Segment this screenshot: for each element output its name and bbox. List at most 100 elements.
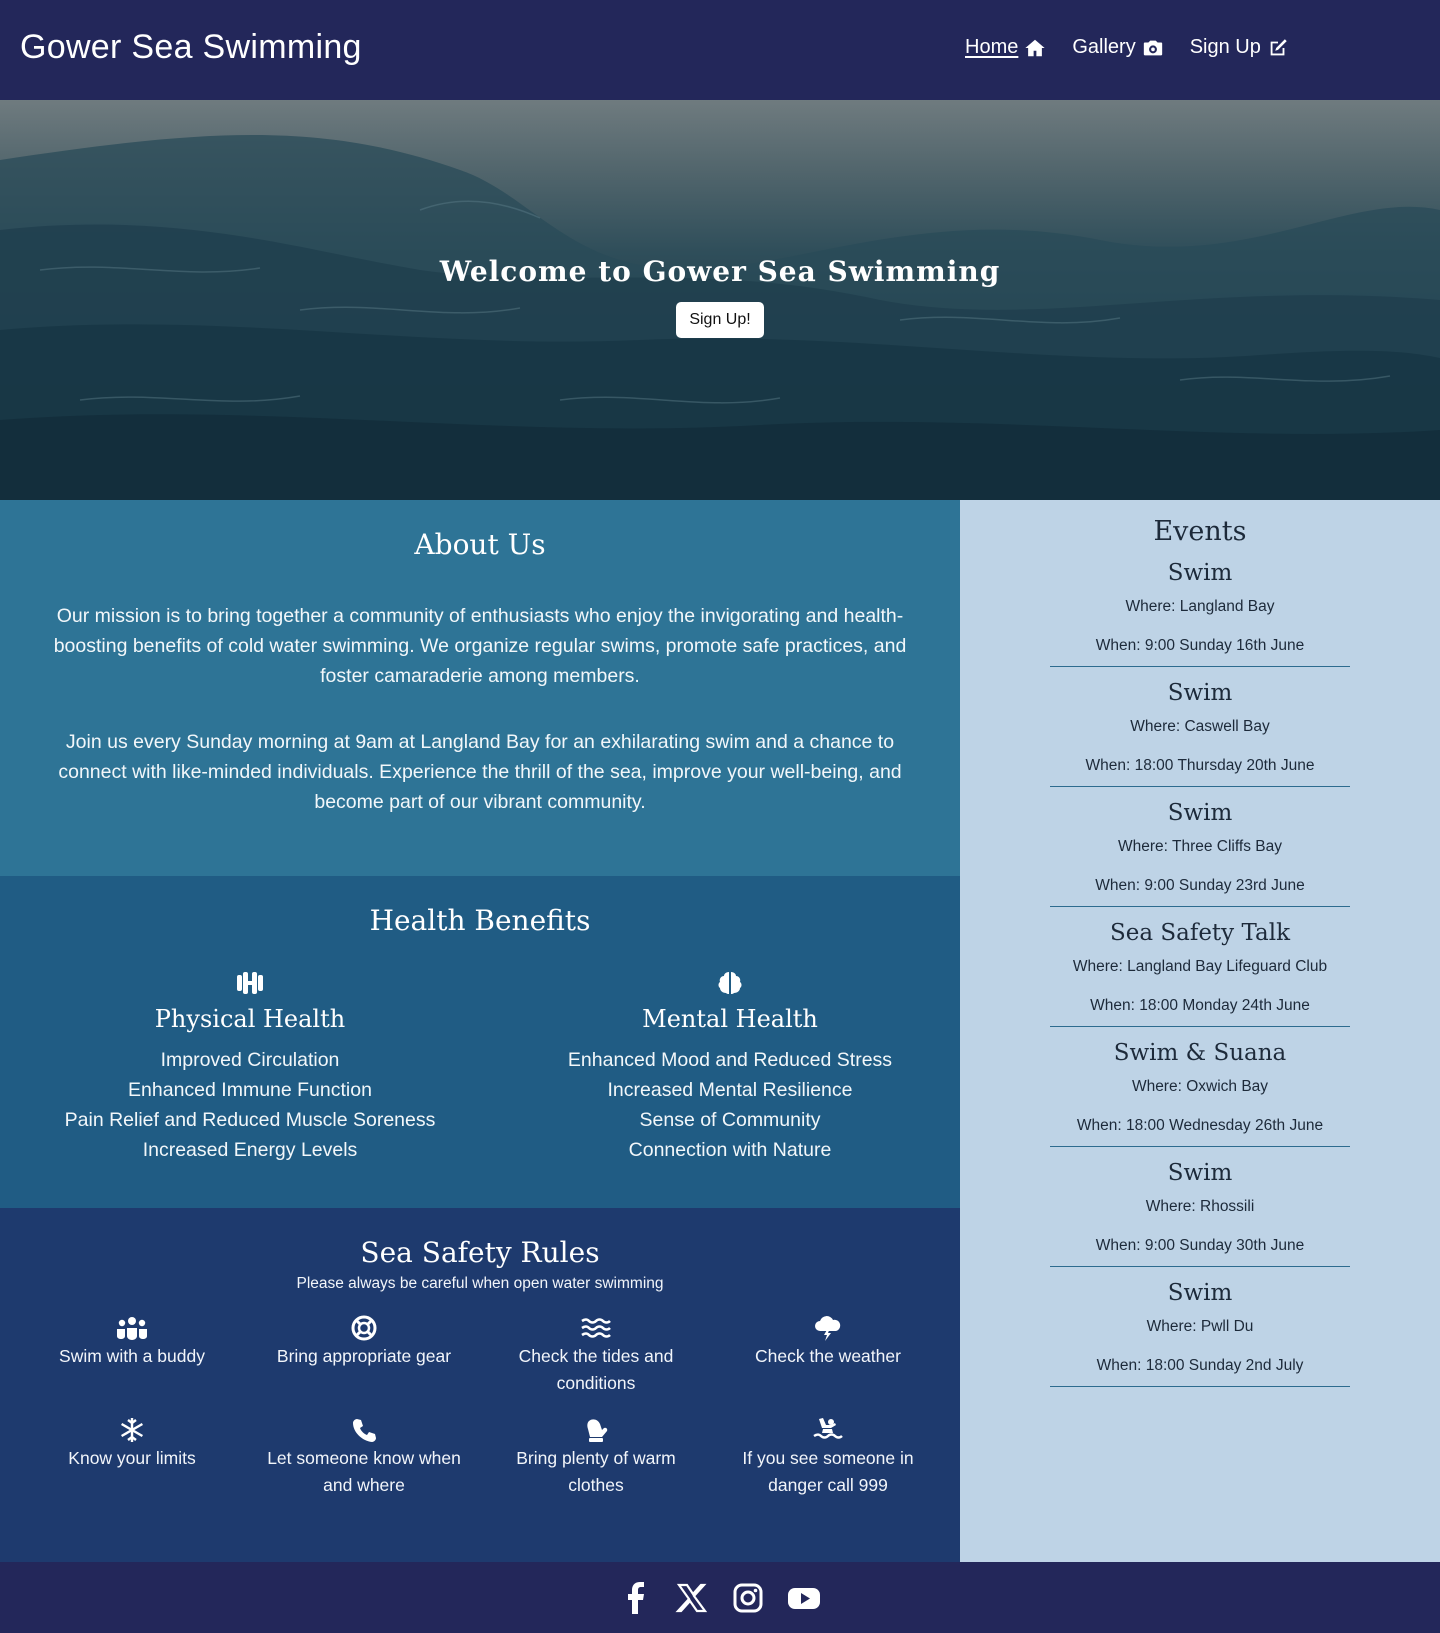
safety-rule-text: If you see someone in danger call 999 bbox=[742, 1448, 914, 1495]
list-item: Enhanced Mood and Reduced Stress bbox=[567, 1049, 893, 1071]
list-item: Pain Relief and Reduced Muscle Soreness bbox=[64, 1109, 436, 1131]
safety-subtitle: Please always be careful when open water… bbox=[296, 1275, 664, 1292]
nav-gallery-label: Gallery bbox=[1072, 36, 1136, 58]
event-time: When: 9:00 Sunday 23rd June bbox=[1095, 877, 1305, 894]
mental-health-column: Mental Health Enhanced Mood and Reduced … bbox=[500, 969, 960, 1165]
event-time: When: 18:00 Sunday 2nd July bbox=[1096, 1357, 1304, 1374]
person-drowning-icon bbox=[813, 1418, 843, 1439]
safety-title: Sea Safety Rules bbox=[360, 1236, 600, 1269]
event-name: Sea Safety Talk bbox=[1109, 920, 1291, 946]
events-sidebar: Events Swim Where: Langland Bay When: 9:… bbox=[960, 500, 1440, 1562]
nav-home-label: Home bbox=[965, 36, 1019, 58]
left-column: About Us Our mission is to bring togethe… bbox=[0, 500, 960, 1562]
event-location: Where: Caswell Bay bbox=[1130, 718, 1270, 735]
sea-safety-section: Sea Safety Rules Please always be carefu… bbox=[0, 1208, 960, 1562]
health-benefits-section: Health Benefits Physical Health Improved… bbox=[0, 876, 960, 1208]
about-section: About Us Our mission is to bring togethe… bbox=[0, 500, 960, 876]
safety-rule: Swim with a buddy bbox=[16, 1315, 248, 1397]
hero-title: Welcome to Gower Sea Swimming bbox=[439, 255, 1001, 288]
list-item: Enhanced Immune Function bbox=[128, 1079, 372, 1101]
event-location: Where: Three Cliffs Bay bbox=[1118, 838, 1282, 855]
nav-gallery[interactable]: Gallery bbox=[1072, 36, 1163, 59]
safety-rule: Bring plenty of warm clothes bbox=[480, 1417, 712, 1499]
safety-rule-text: Know your limits bbox=[68, 1448, 196, 1468]
event-time: When: 18:00 Wednesday 26th June bbox=[1076, 1117, 1324, 1134]
safety-rule: Check the tides and conditions bbox=[480, 1315, 712, 1397]
event-location: Where: Oxwich Bay bbox=[1131, 1078, 1269, 1095]
site-footer bbox=[0, 1562, 1440, 1633]
event-name: Swim bbox=[1167, 800, 1233, 826]
list-item: Improved Circulation bbox=[160, 1049, 340, 1071]
hero-banner: Welcome to Gower Sea Swimming Sign Up! bbox=[0, 100, 1440, 500]
youtube-icon bbox=[788, 1587, 820, 1609]
event-time: When: 18:00 Thursday 20th June bbox=[1085, 757, 1315, 774]
dumbbell-icon bbox=[237, 972, 263, 994]
event-item: Swim & Suana Where: Oxwich Bay When: 18:… bbox=[1050, 1037, 1350, 1147]
main-nav: Home Gallery Sign Up bbox=[965, 36, 1289, 59]
list-item: Increased Energy Levels bbox=[142, 1139, 358, 1161]
safety-rule: Know your limits bbox=[16, 1417, 248, 1499]
site-header: Gower Sea Swimming Home Gallery Sign Up bbox=[0, 0, 1440, 100]
facebook-icon bbox=[628, 1581, 644, 1614]
safety-rule-text: Bring plenty of warm clothes bbox=[516, 1448, 676, 1495]
nav-signup-label: Sign Up bbox=[1189, 36, 1261, 58]
life-ring-icon bbox=[351, 1315, 377, 1341]
safety-rule-text: Let someone know when and where bbox=[267, 1448, 461, 1495]
health-title: Health Benefits bbox=[369, 904, 591, 937]
hero-content: Welcome to Gower Sea Swimming Sign Up! bbox=[0, 255, 1440, 338]
edit-icon bbox=[1270, 38, 1287, 55]
youtube-link[interactable] bbox=[787, 1581, 821, 1615]
phone-icon bbox=[353, 1419, 376, 1442]
safety-rules-grid: Swim with a buddy Bring appropriate gear… bbox=[16, 1315, 960, 1499]
event-item: Swim Where: Rhossili When: 9:00 Sunday 3… bbox=[1050, 1157, 1350, 1267]
event-name: Swim bbox=[1167, 1160, 1233, 1186]
snowflake-icon bbox=[121, 1418, 143, 1442]
event-name: Swim bbox=[1167, 560, 1233, 586]
event-location: Where: Pwll Du bbox=[1146, 1318, 1254, 1335]
safety-rule: Let someone know when and where bbox=[248, 1417, 480, 1499]
about-paragraph: Join us every Sunday morning at 9am at L… bbox=[58, 731, 902, 813]
safety-rule-text: Bring appropriate gear bbox=[276, 1346, 452, 1366]
water-icon bbox=[581, 1318, 611, 1338]
list-item: Increased Mental Resilience bbox=[607, 1079, 853, 1101]
event-time: When: 9:00 Sunday 30th June bbox=[1095, 1237, 1305, 1254]
nav-signup[interactable]: Sign Up bbox=[1190, 36, 1289, 59]
main-content: About Us Our mission is to bring togethe… bbox=[0, 500, 1440, 1562]
nav-home[interactable]: Home bbox=[965, 36, 1046, 59]
physical-health-list: Improved Circulation Enhanced Immune Fun… bbox=[0, 1045, 500, 1165]
list-item: Connection with Nature bbox=[628, 1139, 832, 1161]
safety-rule: If you see someone in danger call 999 bbox=[712, 1417, 944, 1499]
hero-signup-button[interactable]: Sign Up! bbox=[676, 302, 764, 338]
event-time: When: 18:00 Monday 24th June bbox=[1090, 997, 1310, 1014]
mental-health-title: Mental Health bbox=[642, 1005, 818, 1033]
x-link[interactable] bbox=[675, 1581, 709, 1615]
cloud-bolt-icon bbox=[815, 1316, 841, 1341]
event-item: Swim Where: Pwll Du When: 18:00 Sunday 2… bbox=[1050, 1277, 1350, 1387]
facebook-link[interactable] bbox=[619, 1581, 653, 1615]
safety-rule-text: Check the tides and conditions bbox=[518, 1346, 674, 1393]
physical-health-column: Physical Health Improved Circulation Enh… bbox=[0, 969, 500, 1165]
health-columns: Physical Health Improved Circulation Enh… bbox=[0, 969, 960, 1165]
events-list: Swim Where: Langland Bay When: 9:00 Sund… bbox=[960, 557, 1440, 1387]
event-location: Where: Langland Bay Lifeguard Club bbox=[1072, 958, 1328, 975]
mental-health-list: Enhanced Mood and Reduced Stress Increas… bbox=[500, 1045, 960, 1165]
home-icon bbox=[1025, 39, 1045, 56]
x-icon bbox=[675, 1583, 708, 1612]
event-location: Where: Rhossili bbox=[1145, 1198, 1255, 1215]
safety-rule: Bring appropriate gear bbox=[248, 1315, 480, 1397]
safety-rule-text: Swim with a buddy bbox=[59, 1346, 205, 1366]
event-name: Swim bbox=[1167, 680, 1233, 706]
people-group-icon bbox=[117, 1317, 147, 1340]
safety-rule-text: Check the weather bbox=[755, 1346, 901, 1366]
mitten-icon bbox=[587, 1419, 608, 1442]
about-title: About Us bbox=[414, 528, 546, 561]
event-location: Where: Langland Bay bbox=[1125, 598, 1275, 615]
safety-rule: Check the weather bbox=[712, 1315, 944, 1397]
event-name: Swim bbox=[1167, 1280, 1233, 1306]
event-item: Swim Where: Caswell Bay When: 18:00 Thur… bbox=[1050, 677, 1350, 787]
physical-health-title: Physical Health bbox=[154, 1005, 346, 1033]
camera-icon bbox=[1143, 40, 1162, 55]
instagram-link[interactable] bbox=[731, 1581, 765, 1615]
site-brand[interactable]: Gower Sea Swimming bbox=[20, 28, 362, 67]
event-item: Swim Where: Three Cliffs Bay When: 9:00 … bbox=[1050, 797, 1350, 907]
